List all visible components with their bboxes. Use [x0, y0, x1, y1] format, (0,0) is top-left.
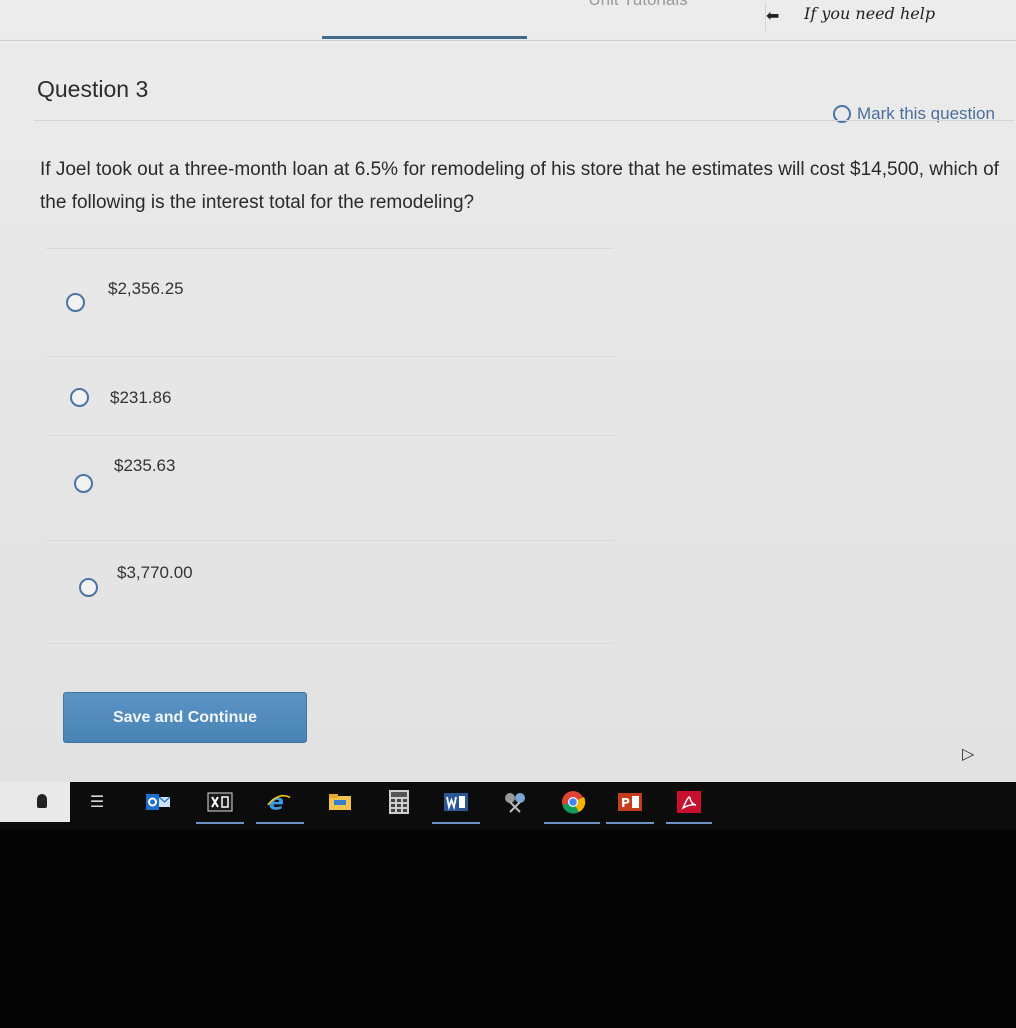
- windows-taskbar: ☰ e P: [0, 782, 1016, 830]
- running-indicator: [256, 822, 304, 824]
- answer-option-1[interactable]: $2,356.25: [46, 248, 614, 356]
- running-indicator: [432, 822, 480, 824]
- answer-option-3[interactable]: $235.63: [46, 435, 614, 540]
- answer-label: $231.86: [110, 388, 172, 407]
- acrobat-icon[interactable]: [676, 790, 702, 814]
- answer-label: $2,356.25: [108, 279, 184, 298]
- top-navigation: Unit Tutorials ⬅ If you need help: [0, 0, 1016, 41]
- save-and-continue-button[interactable]: Save and Continue: [63, 692, 307, 743]
- radio-button[interactable]: [70, 388, 89, 407]
- radio-button[interactable]: [74, 474, 93, 493]
- word-icon[interactable]: [443, 790, 469, 814]
- cortana-search[interactable]: [0, 782, 70, 822]
- snipping-tool-icon[interactable]: [502, 790, 528, 814]
- radio-button[interactable]: [66, 293, 85, 312]
- running-indicator: [196, 822, 244, 824]
- excel-icon[interactable]: [207, 790, 233, 814]
- reply-arrow-icon: ⬅: [766, 8, 780, 25]
- mouse-cursor-icon: ▷: [962, 746, 975, 763]
- running-indicator: [544, 822, 600, 824]
- answer-label: $235.63: [114, 456, 176, 475]
- powerpoint-icon[interactable]: P: [617, 790, 643, 814]
- calculator-icon[interactable]: [386, 790, 412, 814]
- mark-question-toggle[interactable]: Mark this question: [833, 104, 995, 124]
- tab-active[interactable]: [322, 0, 527, 39]
- file-explorer-icon[interactable]: [327, 790, 353, 814]
- running-indicator: [606, 822, 654, 824]
- question-text: If Joel took out a three-month loan at 6…: [40, 159, 999, 213]
- divider: [34, 120, 1014, 121]
- microphone-icon: [37, 794, 47, 808]
- svg-text:P: P: [621, 796, 630, 810]
- answer-label: $3,770.00: [117, 563, 193, 582]
- chrome-icon[interactable]: [560, 790, 586, 814]
- tab-unit-tutorials[interactable]: Unit Tutorials: [548, 0, 728, 26]
- answer-option-2[interactable]: $231.86: [46, 356, 614, 435]
- task-view-icon[interactable]: ☰: [84, 790, 110, 814]
- running-indicator: [666, 822, 712, 824]
- outlook-icon[interactable]: [145, 790, 171, 814]
- question-title: Question 3: [37, 76, 149, 102]
- help-link-label: If you need help: [804, 4, 936, 23]
- help-link[interactable]: ⬅ If you need help: [765, 2, 946, 32]
- answer-option-4[interactable]: $3,770.00: [46, 540, 614, 644]
- radio-button[interactable]: [79, 578, 98, 597]
- mark-question-label: Mark this question: [857, 104, 995, 123]
- browser-viewport: Unit Tutorials ⬅ If you need help Questi…: [0, 0, 1016, 790]
- internet-explorer-icon[interactable]: e: [266, 789, 292, 815]
- answer-list: $2,356.25 $231.86 $235.63 $3,770.00: [46, 248, 614, 644]
